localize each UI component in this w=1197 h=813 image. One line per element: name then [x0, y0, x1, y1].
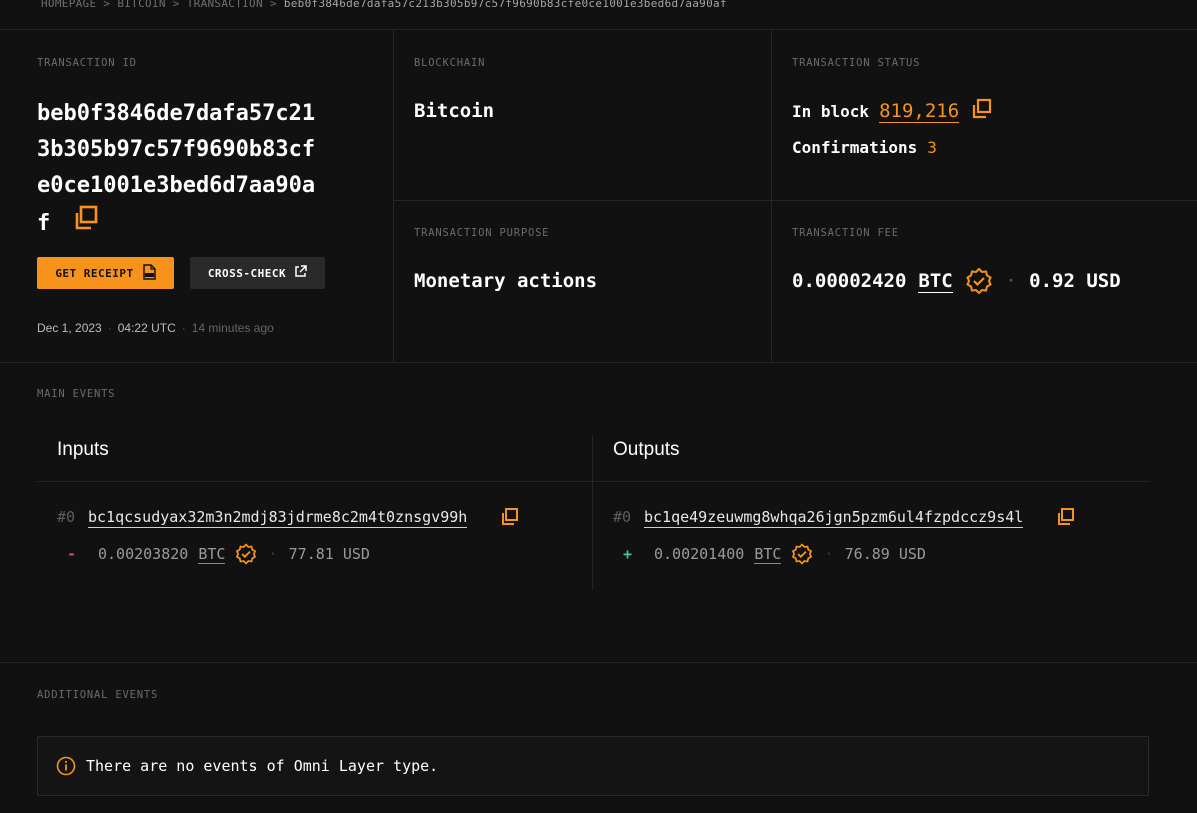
input-sign: - [67, 545, 77, 563]
output-amount-value: 0.00201400 [654, 545, 745, 563]
breadcrumb-transaction[interactable]: TRANSACTION [187, 0, 263, 10]
no-events-text: There are no events of Omni Layer type. [86, 757, 439, 775]
transaction-timestamp: Dec 1, 2023 · 04:22 UTC · 14 minutes ago [37, 321, 274, 335]
transaction-date: Dec 1, 2023 [37, 321, 102, 335]
fee-unit-link[interactable]: BTC [918, 270, 953, 293]
blockchain-panel: BLOCKCHAIN Bitcoin [394, 30, 772, 201]
input-unit-link[interactable]: BTC [198, 545, 226, 564]
pdf-icon [142, 263, 156, 283]
input-address-link[interactable]: bc1qcsudyax32m3n2mdj83jdrme8c2m4t0znsgv9… [88, 508, 468, 528]
copy-icon[interactable] [1056, 507, 1076, 531]
output-usd: 76.89 USD [844, 545, 926, 563]
fee-usd: 0.92 USD [1029, 270, 1121, 292]
blockchain-value: Bitcoin [414, 100, 495, 122]
blockchain-label: BLOCKCHAIN [414, 57, 486, 69]
copy-icon[interactable] [971, 98, 993, 124]
input-usd: 77.81 USD [288, 545, 370, 563]
transaction-purpose-panel: TRANSACTION PURPOSE Monetary actions [394, 201, 772, 362]
external-link-icon [294, 265, 307, 281]
info-icon [56, 756, 76, 776]
main-events-label: MAIN EVENTS [37, 388, 116, 400]
input-amount-value: 0.00203820 [98, 545, 189, 563]
get-receipt-button[interactable]: GET RECEIPT [37, 257, 174, 289]
additional-events-label: ADDITIONAL EVENTS [37, 689, 159, 701]
main-events-table: Inputs Outputs #0 bc1qcsudyax32m3n2mdj83… [37, 435, 1149, 590]
confirmations-count: 3 [927, 138, 937, 157]
transaction-time: 04:22 UTC [117, 321, 176, 335]
cross-check-label: CROSS-CHECK [207, 266, 287, 280]
input-index: #0 [57, 508, 76, 526]
output-unit-link[interactable]: BTC [754, 545, 782, 564]
output-index: #0 [613, 508, 632, 526]
fee-amount: 0.00002420 [792, 270, 907, 292]
transaction-purpose-value: Monetary actions [414, 270, 598, 292]
breadcrumb-current: beb0f3846de7dafa57c213b305b97c57f9690b83… [283, 0, 727, 10]
transaction-fee-panel: TRANSACTION FEE 0.00002420 BTC · 0.92 US… [772, 201, 1197, 362]
no-events-notice: There are no events of Omni Layer type. [37, 736, 1149, 796]
breadcrumb: HOMEPAGE > BITCOIN > TRANSACTION > beb0f3846de… [41, 0, 727, 10]
transaction-fee-label: TRANSACTION FEE [792, 227, 899, 239]
transaction-status-label: TRANSACTION STATUS [792, 57, 921, 69]
in-block-line: In block 819,216 [792, 98, 993, 124]
inputs-title: Inputs [57, 439, 109, 460]
verified-badge-icon [791, 543, 813, 565]
output-address-link[interactable]: bc1qe49zeuwmg8whqa26jgn5pzm6ul4fzpdccz9s… [644, 508, 1024, 528]
transaction-fee-value: 0.00002420 BTC · 0.92 USD [792, 267, 1121, 295]
copy-icon[interactable] [72, 204, 100, 244]
breadcrumb-bitcoin[interactable]: BITCOIN [117, 0, 165, 10]
verified-badge-icon [965, 267, 993, 295]
transaction-id-value: beb0f3846de7dafa57c213b305b97c57f9690b83… [37, 96, 327, 244]
section-divider [0, 662, 1197, 663]
cross-check-button[interactable]: CROSS-CHECK [190, 257, 325, 289]
events-header-divider [37, 481, 1149, 482]
events-divider [592, 435, 593, 590]
output-amount: + 0.00201400 BTC · 76.89 USD [613, 543, 926, 565]
copy-icon[interactable] [500, 507, 520, 531]
outputs-title: Outputs [613, 439, 680, 460]
in-block-label: In block [792, 101, 870, 121]
transaction-ago: 14 minutes ago [191, 321, 274, 335]
transaction-id-label: TRANSACTION ID [37, 57, 137, 69]
get-receipt-label: GET RECEIPT [55, 266, 134, 280]
transaction-id-panel: TRANSACTION ID beb0f3846de7dafa57c213b30… [0, 30, 394, 362]
transaction-summary: TRANSACTION ID beb0f3846de7dafa57c213b30… [0, 29, 1197, 363]
transaction-status-panel: TRANSACTION STATUS In block 819,216 Conf… [772, 30, 1197, 201]
block-number-link[interactable]: 819,216 [879, 100, 960, 123]
verified-badge-icon [235, 543, 257, 565]
output-sign: + [623, 545, 633, 563]
input-amount: - 0.00203820 BTC · 77.81 USD [57, 543, 370, 565]
transaction-purpose-label: TRANSACTION PURPOSE [414, 227, 550, 239]
confirmations-line: Confirmations 3 [792, 138, 937, 157]
confirmations-label: Confirmations [792, 138, 918, 157]
breadcrumb-homepage[interactable]: HOMEPAGE [41, 0, 96, 10]
